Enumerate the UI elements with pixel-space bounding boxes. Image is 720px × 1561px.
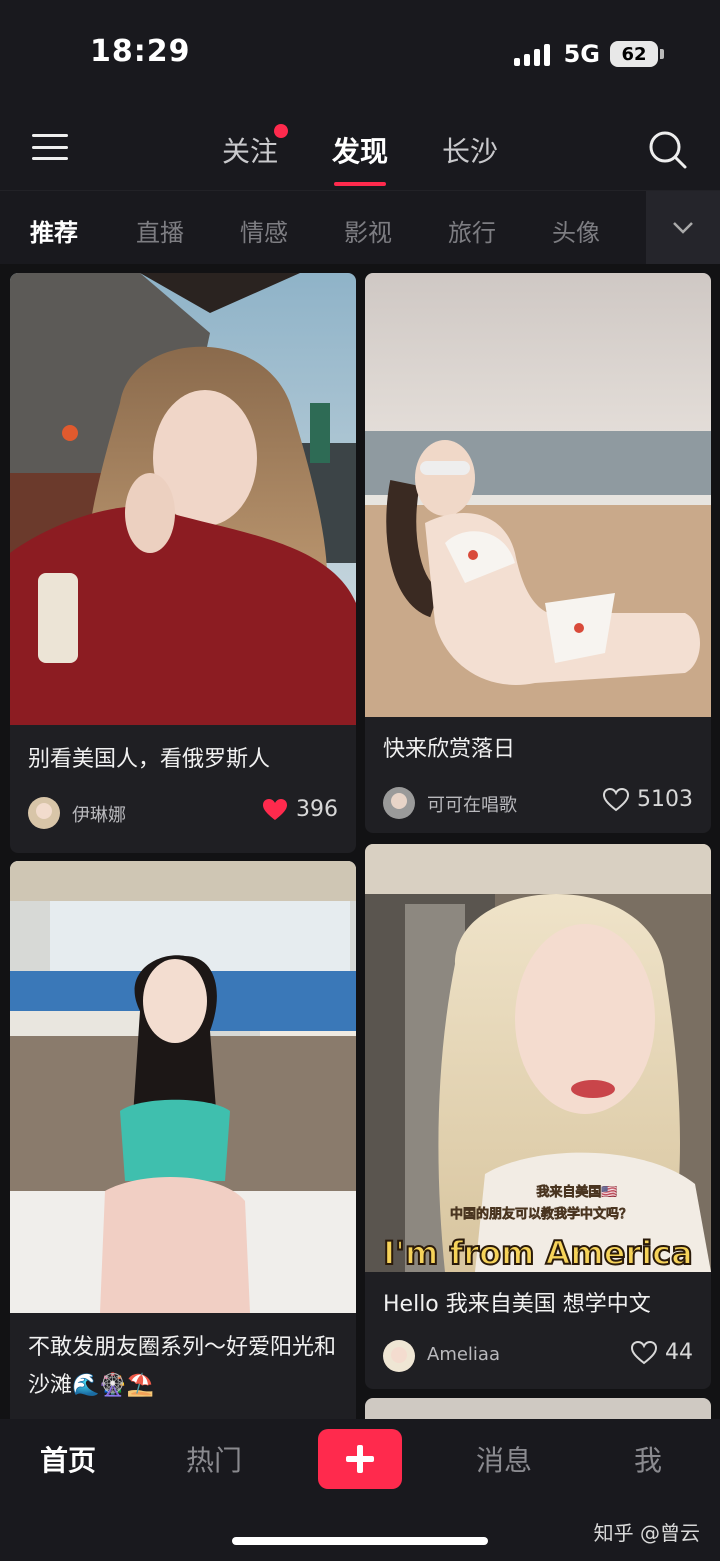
author-avatar[interactable] bbox=[28, 797, 60, 829]
menu-icon[interactable] bbox=[32, 134, 68, 160]
category-film[interactable]: 影视 bbox=[344, 213, 392, 248]
card-title: 不敢发朋友圈系列～好爱阳光和沙滩🌊🎡⛱️ bbox=[28, 1335, 337, 1398]
card-title: 别看美国人，看俄罗斯人 bbox=[28, 747, 271, 772]
signal-icon bbox=[513, 42, 550, 66]
network-type: 5G bbox=[563, 40, 600, 68]
author-name[interactable]: 伊琳娜 bbox=[72, 801, 126, 827]
tab-following-label: 关注 bbox=[222, 135, 279, 168]
search-icon[interactable] bbox=[648, 130, 688, 170]
status-time: 18:29 bbox=[90, 34, 191, 69]
tab-trending[interactable]: 热门 bbox=[186, 1439, 242, 1479]
chevron-down-icon[interactable] bbox=[646, 191, 720, 265]
like-button[interactable]: 396 bbox=[262, 797, 338, 822]
plus-icon bbox=[346, 1445, 374, 1473]
tab-local[interactable]: 长沙 bbox=[442, 130, 498, 170]
category-bar: 推荐 直播 情感 影视 旅行 头像 bbox=[0, 190, 720, 265]
notification-dot bbox=[274, 124, 289, 138]
overlay-caption-2: 中国的朋友可以教我学中文吗？ bbox=[450, 1206, 632, 1222]
author-avatar[interactable] bbox=[383, 1340, 415, 1372]
add-post-button[interactable] bbox=[318, 1429, 402, 1489]
feed-card[interactable]: 快来欣赏落日 可可在唱歌 5103 bbox=[365, 273, 711, 833]
tab-me[interactable]: 我 bbox=[634, 1439, 662, 1479]
overlay-caption-1: 我来自美国🇺🇸 bbox=[536, 1184, 617, 1200]
feed: 别看美国人，看俄罗斯人 伊琳娜 396 快来欣赏落日 可可在唱歌 5103 不敢… bbox=[0, 264, 720, 1419]
feed-card[interactable]: 别看美国人，看俄罗斯人 伊琳娜 396 bbox=[10, 273, 356, 853]
tab-home[interactable]: 首页 bbox=[40, 1439, 96, 1479]
author-name[interactable]: Ameliaa bbox=[427, 1344, 500, 1365]
tab-following[interactable]: 关注 bbox=[222, 124, 289, 170]
card-meta: 可可在唱歌 5103 bbox=[365, 781, 711, 825]
battery-icon: 62 bbox=[610, 41, 664, 67]
tab-discover[interactable]: 发现 bbox=[332, 130, 388, 170]
feed-card[interactable]: 我来自美国🇺🇸 中国的朋友可以教我学中文吗？ I'm from America … bbox=[365, 844, 711, 1389]
category-recommend[interactable]: 推荐 bbox=[30, 213, 78, 248]
category-travel[interactable]: 旅行 bbox=[448, 213, 496, 248]
card-image bbox=[10, 273, 356, 725]
feed-card[interactable]: 不敢发朋友圈系列～好爱阳光和沙滩🌊🎡⛱️ bbox=[10, 861, 356, 1419]
home-indicator bbox=[232, 1537, 488, 1545]
bottom-tab-bar: 首页 热门 消息 我 知乎 @曾云 bbox=[0, 1419, 720, 1561]
heart-icon bbox=[631, 1340, 657, 1364]
tab-messages[interactable]: 消息 bbox=[476, 1439, 532, 1479]
card-image bbox=[10, 861, 356, 1313]
top-nav: 关注 发现 长沙 bbox=[0, 100, 720, 190]
like-count: 396 bbox=[296, 797, 338, 822]
card-meta: 伊琳娜 396 bbox=[10, 791, 356, 835]
watermark: 知乎 @曾云 bbox=[593, 1521, 700, 1545]
category-live[interactable]: 直播 bbox=[136, 213, 184, 248]
like-count: 5103 bbox=[637, 787, 693, 812]
status-indicators: 5G 62 bbox=[513, 40, 664, 68]
status-bar: 18:29 5G 62 bbox=[0, 0, 720, 100]
tab-discover-label: 发现 bbox=[332, 135, 389, 168]
card-image bbox=[365, 273, 711, 717]
card-title: Hello 我来自美国 想学中文 bbox=[383, 1292, 651, 1317]
feed-card[interactable] bbox=[365, 1398, 711, 1419]
category-avatar[interactable]: 头像 bbox=[552, 213, 600, 248]
like-button[interactable]: 44 bbox=[631, 1340, 693, 1365]
author-avatar[interactable] bbox=[383, 787, 415, 819]
tab-local-label: 长沙 bbox=[442, 135, 499, 168]
category-emotion[interactable]: 情感 bbox=[240, 213, 288, 248]
card-title: 快来欣赏落日 bbox=[383, 737, 516, 762]
overlay-headline: I'm from America bbox=[383, 1234, 692, 1272]
author-name[interactable]: 可可在唱歌 bbox=[427, 791, 517, 817]
heart-icon bbox=[603, 787, 629, 811]
battery-level: 62 bbox=[621, 43, 647, 65]
like-button[interactable]: 5103 bbox=[603, 787, 693, 812]
card-meta: Ameliaa 44 bbox=[365, 1334, 711, 1378]
card-image: 我来自美国🇺🇸 中国的朋友可以教我学中文吗？ I'm from America bbox=[365, 844, 711, 1272]
heart-filled-icon bbox=[263, 798, 287, 820]
like-count: 44 bbox=[665, 1340, 693, 1365]
